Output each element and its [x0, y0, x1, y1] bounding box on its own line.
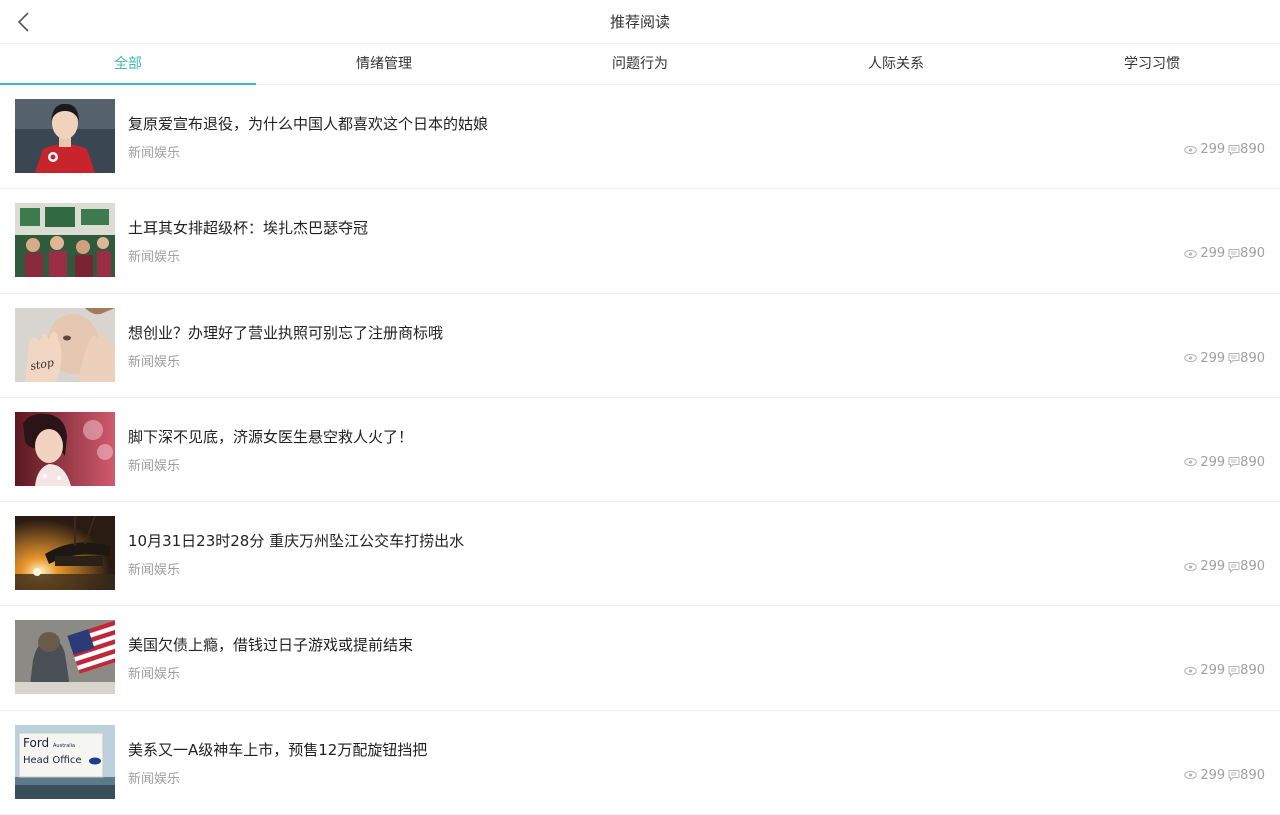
article-stats: 299 890: [1184, 246, 1265, 261]
article-category: 新闻娱乐: [128, 250, 181, 266]
article-item[interactable]: stop 想创业？办理好了营业执照可别忘了注册商标哦 新闻娱乐 299 890: [0, 294, 1280, 398]
article-category: 新闻娱乐: [128, 458, 181, 474]
sign-ford-text: Ford: [23, 736, 49, 750]
article-thumbnail: [15, 620, 115, 695]
eye-icon: [1184, 145, 1198, 154]
article-thumbnail: [15, 99, 115, 173]
article-stats: 299 890: [1184, 351, 1265, 366]
comment-icon: [1228, 665, 1240, 677]
article-item[interactable]: 土耳其女排超级杯：埃扎杰巴瑟夺冠 新闻娱乐 299 890: [0, 189, 1280, 294]
article-category: 新闻娱乐: [128, 667, 181, 683]
view-count: 299: [1200, 454, 1226, 470]
eye-icon: [1184, 666, 1198, 676]
view-count: 299: [1200, 246, 1226, 262]
page-title: 推荐阅读: [609, 13, 670, 31]
comment-count: 890: [1240, 454, 1265, 470]
comment-count: 890: [1240, 350, 1265, 366]
comment-icon: [1228, 144, 1240, 156]
article-stats: 299 890: [1184, 768, 1265, 783]
article-thumbnail: [15, 411, 115, 486]
article-stats: 299 890: [1184, 559, 1265, 574]
comment-count: 890: [1240, 559, 1265, 575]
comment-count: 890: [1240, 767, 1265, 783]
article-title: 复原爱宣布退役，为什么中国人都喜欢这个日本的姑娘: [128, 115, 489, 133]
article-title: 土耳其女排超级杯：埃扎杰巴瑟夺冠: [128, 219, 369, 238]
comment-icon: [1228, 457, 1240, 469]
comment-icon: [1228, 561, 1240, 573]
comment-count: 890: [1240, 663, 1265, 679]
tab-study-habits[interactable]: 学习习惯: [1024, 44, 1280, 84]
article-title: 美系又一A级神车上市，预售12万配旋钮挡把: [128, 740, 428, 759]
comment-count: 890: [1240, 142, 1265, 157]
comment-icon: [1228, 353, 1240, 365]
view-count: 299: [1200, 142, 1226, 157]
tab-emotion-management[interactable]: 情绪管理: [256, 44, 512, 84]
top-bar: 推荐阅读: [0, 0, 1280, 44]
sign-head-office-text: Head Office: [23, 755, 82, 766]
eye-icon: [1184, 562, 1198, 571]
article-title: 脚下深不见底，济源女医生悬空救人火了！: [128, 427, 414, 446]
article-thumbnail: [15, 516, 115, 591]
article-title: 10月31日23时28分 重庆万州坠江公交车打捞出水: [128, 532, 465, 551]
article-item[interactable]: Ford Australia Head Office 美系又一A级神车上市，预售…: [0, 711, 1280, 815]
tab-interpersonal[interactable]: 人际关系: [768, 44, 1024, 84]
article-category: 新闻娱乐: [128, 771, 181, 787]
article-thumbnail: Ford Australia Head Office: [15, 724, 115, 799]
view-count: 299: [1200, 559, 1226, 575]
comment-count: 890: [1240, 246, 1265, 262]
article-thumbnail: stop: [15, 307, 115, 382]
comment-icon: [1228, 770, 1240, 782]
article-item[interactable]: 脚下深不见底，济源女医生悬空救人火了！ 新闻娱乐 299 890: [0, 398, 1280, 503]
article-category: 新闻娱乐: [128, 354, 181, 370]
eye-icon: [1184, 353, 1198, 363]
article-title: 美国欠债上瘾，借钱过日子游戏或提前结束: [128, 636, 414, 655]
comment-icon: [1228, 248, 1240, 260]
article-item[interactable]: 美国欠债上瘾，借钱过日子游戏或提前结束 新闻娱乐 299 890: [0, 606, 1280, 711]
article-thumbnail: [15, 203, 115, 278]
article-item[interactable]: 复原爱宣布退役，为什么中国人都喜欢这个日本的姑娘 新闻娱乐 299 890: [0, 85, 1280, 190]
eye-icon: [1184, 458, 1198, 467]
tab-all[interactable]: 全部: [0, 44, 256, 85]
tab-problem-behavior[interactable]: 问题行为: [512, 44, 768, 84]
view-count: 299: [1200, 767, 1226, 783]
eye-icon: [1184, 771, 1198, 780]
article-stats: 299 890: [1184, 142, 1265, 157]
view-count: 299: [1200, 663, 1226, 679]
article-category: 新闻娱乐: [128, 146, 181, 161]
view-count: 299: [1200, 350, 1226, 366]
sign-australia-text: Australia: [53, 743, 75, 749]
article-title: 想创业？办理好了营业执照可别忘了注册商标哦: [128, 323, 444, 342]
article-stats: 299 890: [1184, 455, 1265, 470]
article-stats: 299 890: [1184, 663, 1265, 678]
article-item[interactable]: 10月31日23时28分 重庆万州坠江公交车打捞出水 新闻娱乐 299 890: [0, 502, 1280, 607]
category-tabs: 全部 情绪管理 问题行为 人际关系 学习习惯: [0, 44, 1280, 85]
article-category: 新闻娱乐: [128, 563, 181, 579]
article-list: 复原爱宣布退役，为什么中国人都喜欢这个日本的姑娘 新闻娱乐 299 890 土耳…: [0, 85, 1280, 815]
eye-icon: [1184, 249, 1198, 258]
